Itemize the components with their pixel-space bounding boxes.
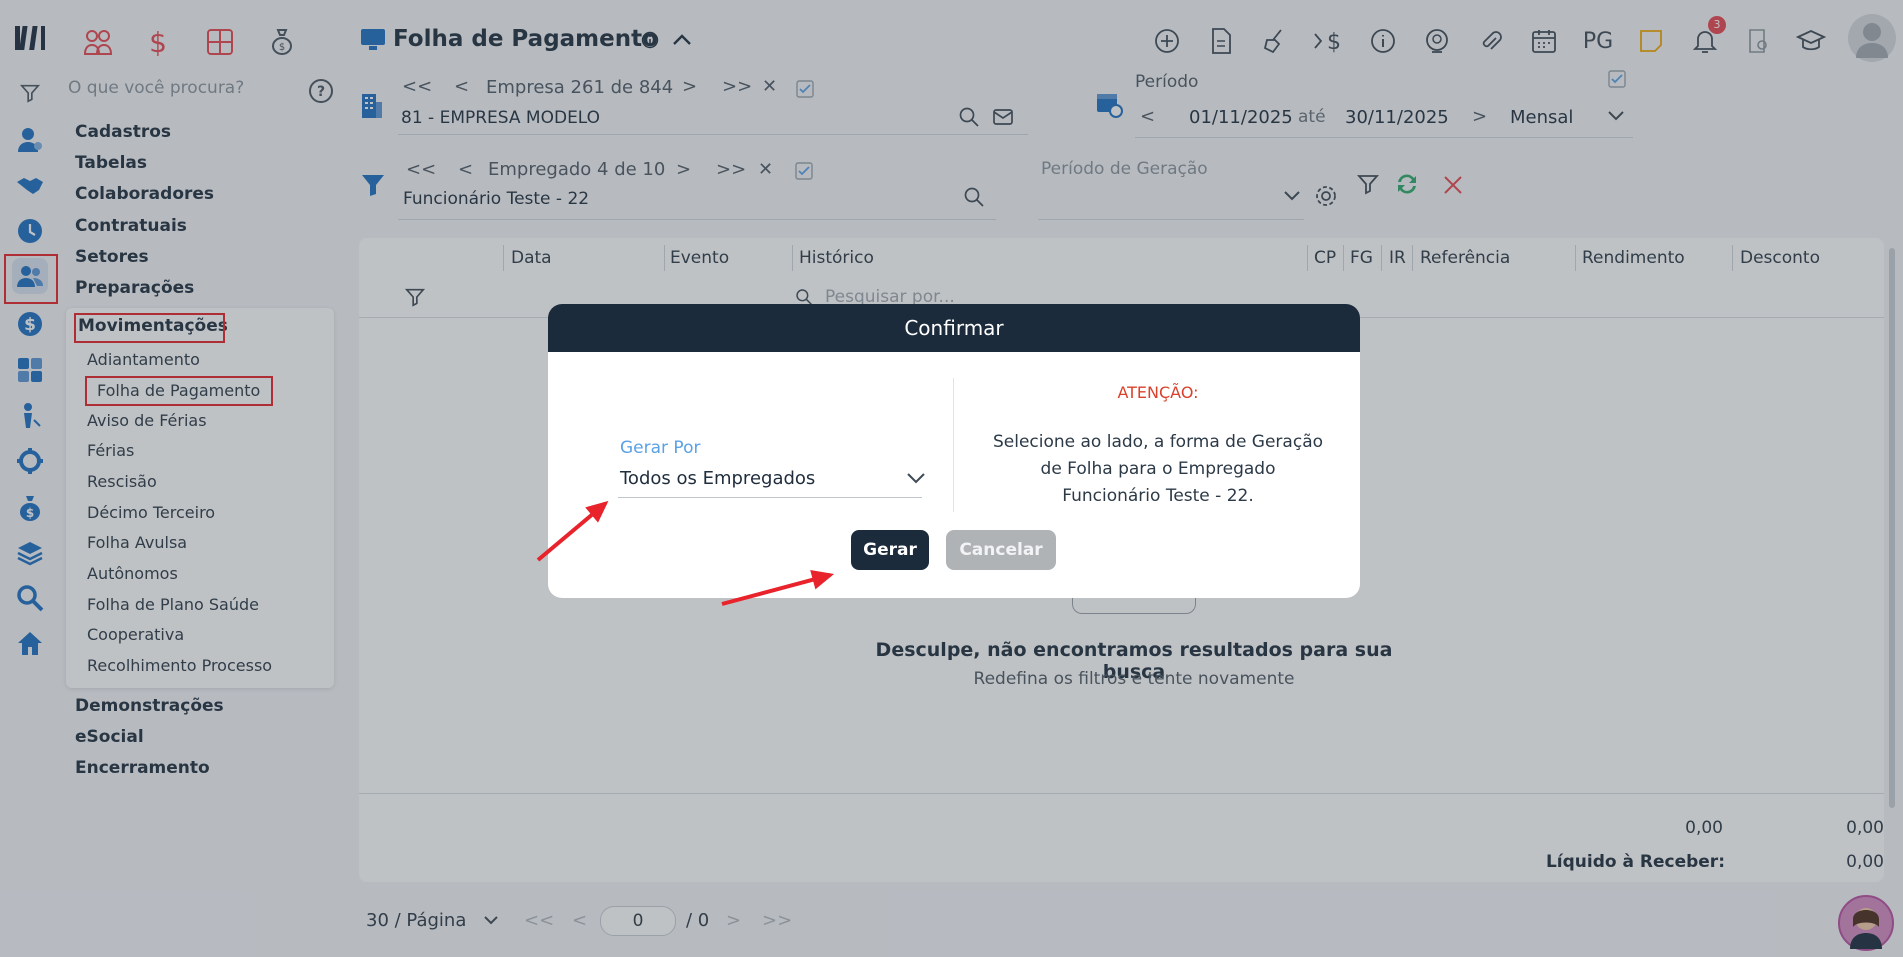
attention-message-line2: de Folha para o Empregado	[1040, 459, 1276, 479]
cancelar-button[interactable]: Cancelar	[946, 530, 1056, 570]
divider	[953, 378, 954, 512]
attention-label: ATENÇÃO:	[1117, 383, 1199, 402]
dialog-title: Confirmar	[548, 304, 1360, 352]
confirm-dialog: Confirmar Gerar Por Todos os Empregados …	[548, 304, 1360, 598]
gerar-por-label: Gerar Por	[620, 438, 701, 458]
attention-message-line3: Funcionário Teste - 22.	[1062, 486, 1254, 506]
gerar-por-chevron-icon[interactable]	[905, 470, 927, 490]
attention-message-line1: Selecione ao lado, a forma de Geração	[992, 432, 1324, 452]
gerar-button[interactable]: Gerar	[851, 530, 929, 570]
divider	[618, 497, 922, 498]
gerar-por-select[interactable]: Todos os Empregados	[620, 468, 815, 489]
